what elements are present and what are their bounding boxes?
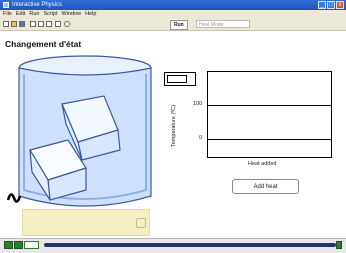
menu-window[interactable]: Window xyxy=(62,10,82,19)
thermometer-readout-box xyxy=(164,72,196,86)
paste-icon[interactable] xyxy=(46,21,52,27)
playback-bar xyxy=(0,238,346,253)
step-button[interactable] xyxy=(14,241,23,249)
graph-y-label: Temperature (ºC) xyxy=(171,104,177,147)
graph-x-label: Heat added xyxy=(248,161,277,167)
menu-file[interactable]: File xyxy=(3,10,12,19)
open-folder-icon[interactable] xyxy=(11,21,17,27)
y-tick-100: 100 xyxy=(193,101,203,107)
menu-script[interactable]: Script xyxy=(43,10,57,19)
gridline-0 xyxy=(208,139,331,140)
menu-run[interactable]: Run xyxy=(29,10,39,19)
menu-help[interactable]: Help xyxy=(85,10,96,19)
new-file-icon[interactable] xyxy=(3,21,9,27)
close-button[interactable]: x xyxy=(336,1,344,9)
heater-panel xyxy=(22,209,150,236)
timeline-track[interactable] xyxy=(44,243,336,247)
window-controls: _ □ x xyxy=(318,1,344,9)
menu-edit[interactable]: Edit xyxy=(16,10,25,19)
print-icon[interactable] xyxy=(55,21,61,27)
thermometer-display xyxy=(167,75,187,83)
maximize-button[interactable]: □ xyxy=(327,1,335,9)
title-bar: Interactive Physics _ □ x xyxy=(0,0,346,10)
help-icon[interactable] xyxy=(64,21,70,27)
beaker-scene xyxy=(6,55,152,207)
app-window: Interactive Physics _ □ x File Edit Run … xyxy=(0,0,346,253)
heater-wire-icon xyxy=(6,193,22,203)
menu-bar: File Edit Run Script Window Help xyxy=(0,10,346,19)
save-icon[interactable] xyxy=(19,21,25,27)
status-field: Heat Mode xyxy=(196,20,250,28)
play-button[interactable] xyxy=(24,241,39,249)
add-heat-button[interactable]: Add heat xyxy=(232,179,299,194)
timeline-end-handle[interactable] xyxy=(336,241,342,249)
heater-knob[interactable] xyxy=(136,218,146,228)
run-button[interactable]: Run xyxy=(170,20,188,30)
copy-icon[interactable] xyxy=(38,21,44,27)
temperature-graph xyxy=(207,71,332,158)
rewind-button[interactable] xyxy=(4,241,13,249)
gridline-100 xyxy=(208,105,331,106)
y-tick-0: 0 xyxy=(199,135,203,141)
cut-icon[interactable] xyxy=(30,21,36,27)
minimize-button[interactable]: _ xyxy=(318,1,326,9)
window-title: Interactive Physics xyxy=(12,2,63,8)
app-icon xyxy=(3,2,9,8)
